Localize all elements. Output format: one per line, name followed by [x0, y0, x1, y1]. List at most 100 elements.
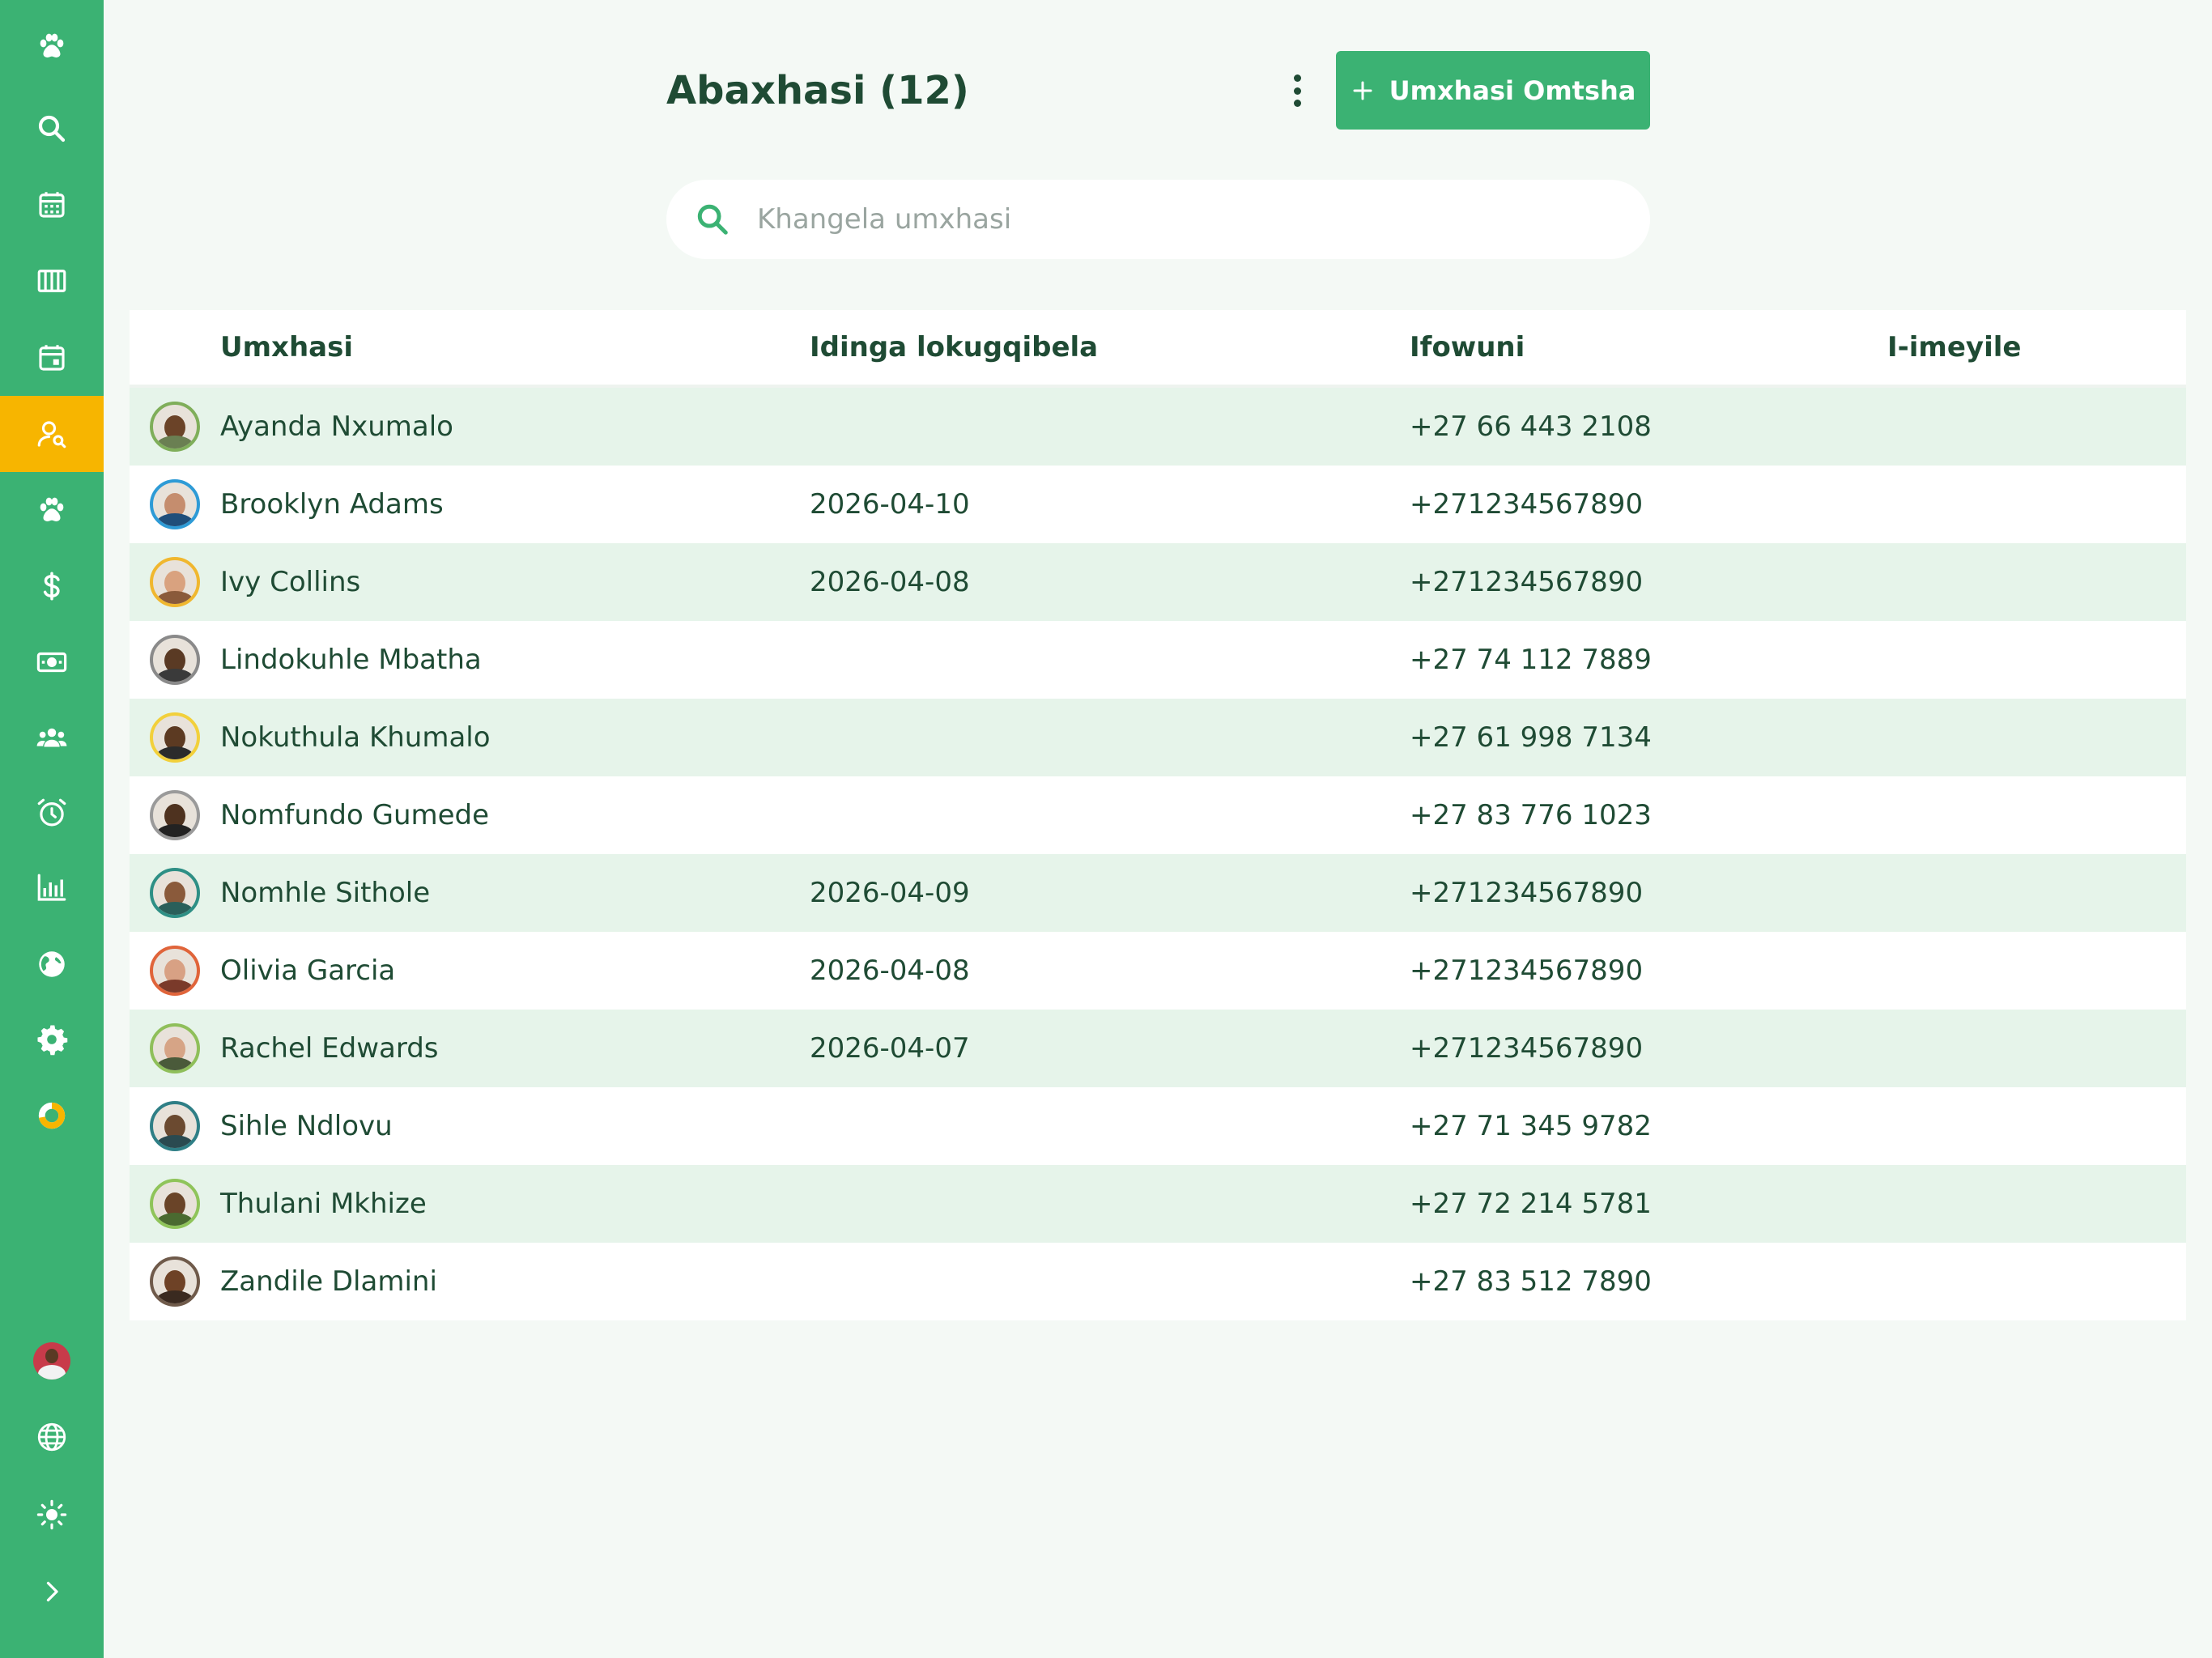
dollar-icon: [43, 572, 60, 601]
avatar-body: [155, 902, 194, 915]
table-row[interactable]: Nokuthula Khumalo +27 61 998 7134: [130, 699, 2186, 776]
sidebar-item-search[interactable]: [0, 91, 104, 167]
table-body: Ayanda Nxumalo +27 66 443 2108 Brooklyn Ad…: [130, 388, 2186, 1320]
client-name[interactable]: Nomfundo Gumede: [220, 799, 810, 831]
sidebar-item-reports[interactable]: [0, 850, 104, 926]
client-name[interactable]: Rachel Edwards: [220, 1032, 810, 1065]
table-row[interactable]: Zandile Dlamini +27 83 512 7890: [130, 1243, 2186, 1320]
table-row[interactable]: Sihle Ndlovu +27 71 345 9782: [130, 1087, 2186, 1165]
avatar-body: [155, 513, 194, 526]
client-name[interactable]: Brooklyn Adams: [220, 488, 810, 521]
paw-icon: [40, 497, 64, 521]
sidebar-item-team[interactable]: [0, 700, 104, 776]
table-row[interactable]: Rachel Edwards 2026-04-07 +271234567890: [130, 1010, 2186, 1087]
sidebar-item-appointments[interactable]: [0, 320, 104, 396]
avatar: [150, 402, 200, 452]
client-phone: +27 66 443 2108: [1410, 410, 1652, 443]
avatar-body: [155, 1213, 194, 1226]
avatar-cell: [130, 1256, 220, 1307]
table-row[interactable]: Nomhle Sithole 2026-04-09 +271234567890: [130, 854, 2186, 932]
sidebar-item-calendar[interactable]: [0, 167, 104, 243]
sidebar-user-avatar[interactable]: [0, 1329, 104, 1393]
client-phone: +271234567890: [1410, 1032, 1644, 1065]
avatar-cell: [130, 946, 220, 996]
avatar-body: [155, 824, 194, 837]
new-client-button-label: Umxhasi Omtsha: [1389, 74, 1636, 106]
sidebar-item-clients[interactable]: [0, 396, 104, 472]
dot-icon: [1293, 74, 1301, 82]
new-client-button[interactable]: Umxhasi Omtsha: [1336, 51, 1650, 130]
search-icon: [38, 115, 66, 142]
dot-icon: [1293, 100, 1301, 107]
columns-icon: [37, 270, 66, 292]
sidebar-item-logo[interactable]: [0, 8, 104, 84]
header-client[interactable]: Umxhasi: [220, 331, 810, 363]
table-row[interactable]: Lindokuhle Mbatha +27 74 112 7889: [130, 621, 2186, 699]
header-last-appointment[interactable]: Idinga lokugqibela: [810, 331, 1410, 363]
header-phone[interactable]: Ifowuni: [1410, 331, 1887, 363]
client-name[interactable]: Nokuthula Khumalo: [220, 721, 810, 754]
avatar-body: [155, 1057, 194, 1070]
client-name[interactable]: Sihle Ndlovu: [220, 1110, 810, 1142]
avatar-body: [155, 591, 194, 604]
calendar-icon: [39, 192, 65, 218]
avatar-body: [155, 980, 194, 993]
client-name[interactable]: Zandile Dlamini: [220, 1265, 810, 1298]
sidebar-language[interactable]: [0, 1405, 104, 1469]
client-phone: +271234567890: [1410, 954, 1644, 987]
more-options-button[interactable]: [1278, 70, 1317, 112]
cash-icon: [36, 652, 67, 673]
dot-icon: [1293, 87, 1301, 95]
table-row[interactable]: Thulani Mkhize +27 72 214 5781: [130, 1165, 2186, 1243]
sidebar-item-boards[interactable]: [0, 243, 104, 319]
sidebar-item-settings[interactable]: [0, 1001, 104, 1078]
plus-icon: [1351, 79, 1375, 103]
client-name[interactable]: Nomhle Sithole: [220, 877, 810, 909]
client-name[interactable]: Lindokuhle Mbatha: [220, 644, 810, 676]
avatar-cell: [130, 1023, 220, 1073]
sidebar-item-cash[interactable]: [0, 624, 104, 700]
table-row[interactable]: Olivia Garcia 2026-04-08 +271234567890: [130, 932, 2186, 1010]
avatar: [150, 1023, 200, 1073]
last-appointment-date: 2026-04-07: [810, 1032, 970, 1065]
globe-icon: [39, 951, 65, 977]
avatar-body: [155, 1135, 194, 1148]
main-content: Abaxhasi (12) Umxhasi Omtsha Umxhasi Idi…: [104, 0, 2212, 1658]
avatar-cell: [130, 790, 220, 840]
sidebar-item-progress[interactable]: [0, 1078, 104, 1154]
avatar-body: [155, 436, 194, 449]
alarm-icon: [37, 798, 66, 827]
client-name[interactable]: Ayanda Nxumalo: [220, 410, 810, 443]
table-row[interactable]: Nomfundo Gumede +27 83 776 1023: [130, 776, 2186, 854]
table-row[interactable]: Brooklyn Adams 2026-04-10 +271234567890: [130, 466, 2186, 543]
avatar: [150, 479, 200, 529]
sidebar-item-payments[interactable]: [0, 548, 104, 624]
client-name[interactable]: Ivy Collins: [220, 566, 810, 598]
client-name[interactable]: Olivia Garcia: [220, 954, 810, 987]
avatar-cell: [130, 479, 220, 529]
table-row[interactable]: Ivy Collins 2026-04-08 +271234567890: [130, 543, 2186, 621]
client-name[interactable]: Thulani Mkhize: [220, 1188, 810, 1220]
sidebar-expand[interactable]: [0, 1559, 104, 1624]
sidebar: [0, 0, 104, 1658]
avatar: [150, 635, 200, 685]
avatar: [150, 868, 200, 918]
sidebar-item-website[interactable]: [0, 926, 104, 1002]
table-row[interactable]: Ayanda Nxumalo +27 66 443 2108: [130, 388, 2186, 466]
sidebar-item-pets[interactable]: [0, 472, 104, 548]
client-phone: +27 72 214 5781: [1410, 1188, 1652, 1220]
sidebar-theme-toggle[interactable]: [0, 1482, 104, 1547]
client-phone: +27 83 776 1023: [1410, 799, 1652, 831]
client-phone: +27 83 512 7890: [1410, 1265, 1652, 1298]
sidebar-item-reminders[interactable]: [0, 775, 104, 851]
avatar: [150, 946, 200, 996]
user-search-icon: [37, 421, 66, 449]
avatar-cell: [130, 1101, 220, 1151]
last-appointment-date: 2026-04-08: [810, 954, 970, 987]
avatar: [150, 1256, 200, 1307]
avatar: [150, 712, 200, 763]
header-email[interactable]: I-imeyile: [1887, 331, 2186, 363]
avatar-body: [155, 1290, 194, 1303]
search-input[interactable]: [755, 202, 1609, 236]
table-header: Umxhasi Idinga lokugqibela Ifowuni I-ime…: [130, 310, 2186, 388]
